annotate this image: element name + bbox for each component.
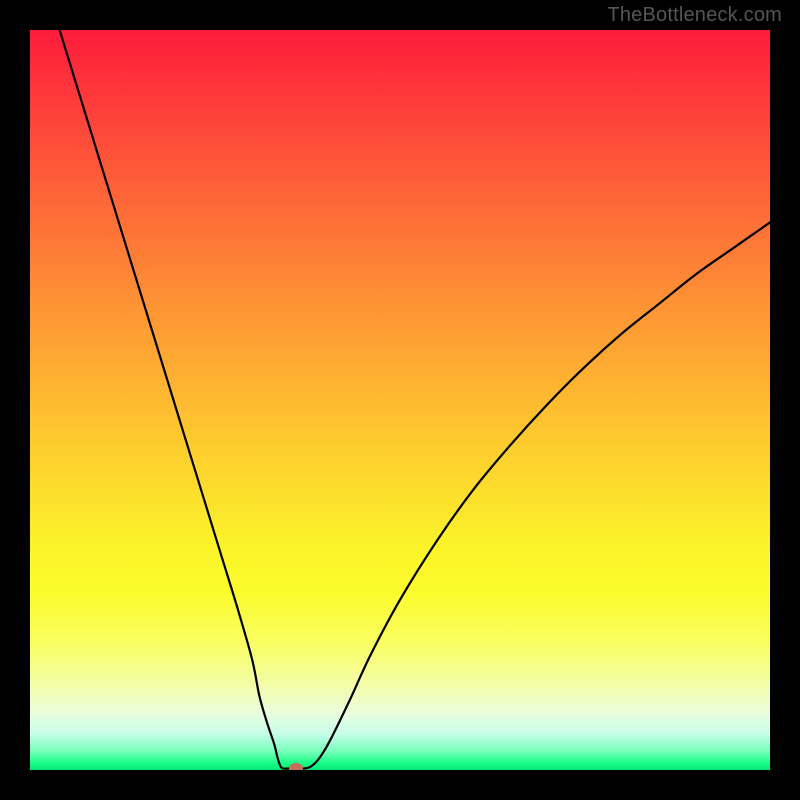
plot-area	[30, 30, 770, 770]
trough-marker	[289, 763, 303, 770]
curve-svg	[30, 30, 770, 770]
watermark-text: TheBottleneck.com	[607, 4, 782, 27]
bottleneck-curve-path	[60, 30, 770, 769]
